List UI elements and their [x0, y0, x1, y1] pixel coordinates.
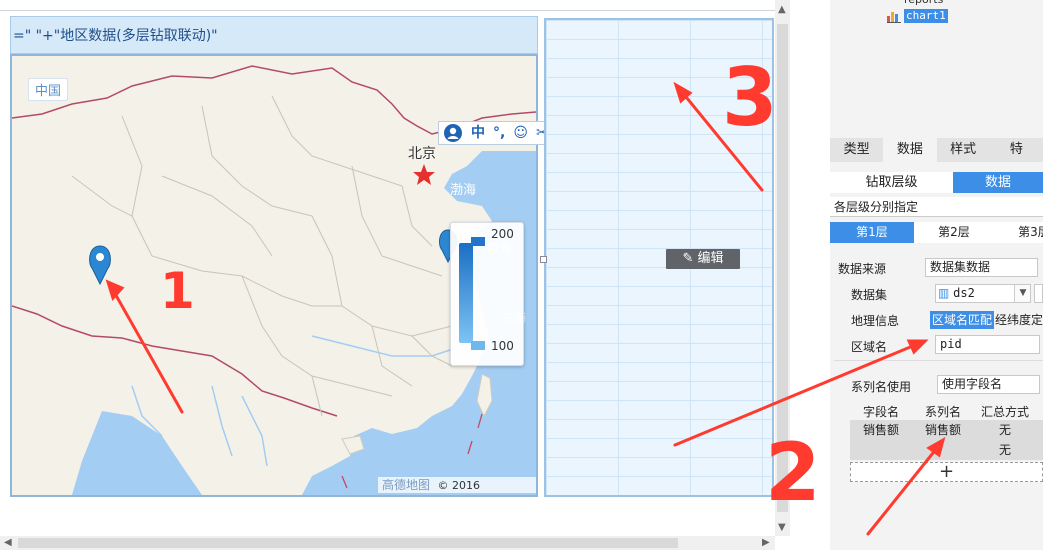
series-name-select[interactable]: 使用字段名 — [937, 375, 1040, 394]
scroll-left-icon[interactable]: ◀ — [4, 537, 12, 548]
sea-label-bohai: 渤海 — [450, 183, 477, 198]
tab-level-2[interactable]: 第2层 — [914, 222, 994, 243]
region-name-label: 区域名 — [851, 340, 888, 354]
table-cell[interactable]: 无 — [974, 440, 1036, 460]
data-source-value: 数据集数据 — [930, 260, 991, 274]
table-cell[interactable]: 销售额 — [850, 420, 912, 440]
tab-type[interactable]: 类型 — [830, 138, 883, 162]
geo-option-region-match[interactable]: 区域名匹配 — [930, 311, 995, 329]
panel-divider — [834, 360, 1043, 361]
city-label-beijing: 北京 — [408, 146, 436, 162]
vertical-scroll-thumb[interactable] — [777, 24, 788, 512]
edit-icon: ✎ — [682, 251, 698, 266]
legend-min-value: 100 — [491, 339, 514, 353]
tab-special[interactable]: 特 — [990, 138, 1043, 162]
panel-gutter — [790, 0, 830, 550]
legend-max-value: 200 — [491, 227, 514, 241]
legend-min-handle[interactable] — [471, 341, 485, 350]
tab-style[interactable]: 样式 — [937, 138, 990, 162]
edit-button[interactable]: ✎ 编辑 — [666, 249, 740, 269]
tab-data[interactable]: 数据 — [883, 138, 937, 162]
geo-info-label: 地理信息 — [851, 314, 900, 328]
country-label: 中国 — [28, 78, 69, 101]
col-aggregation: 汇总方式 — [980, 405, 1029, 419]
chart-icon — [887, 11, 901, 23]
fields-table: 销售额 销售额 无 无 — [850, 420, 1043, 460]
data-source-label: 数据来源 — [838, 262, 887, 276]
level-tabs: 第1层 第2层 第3层 — [830, 222, 1043, 243]
tab-level-3[interactable]: 第3层 — [994, 222, 1043, 243]
map-attribution: 高德地图 © 2016 AutoNavi — [378, 477, 536, 493]
table-cell[interactable]: 无 — [974, 420, 1036, 440]
dataset-label: 数据集 — [851, 288, 888, 302]
range-legend[interactable]: 200 100 — [450, 222, 524, 366]
amap-logo: 高德地图 — [382, 478, 431, 492]
resize-handle[interactable] — [540, 256, 547, 263]
table-cell[interactable] — [850, 440, 912, 460]
data-source-select[interactable]: 数据集数据 — [925, 258, 1038, 277]
ime-punctuation-icon[interactable]: °, — [493, 123, 505, 143]
edit-button-label: 编辑 — [697, 251, 724, 266]
tree-node-reports[interactable]: reports — [904, 0, 943, 6]
col-series-name: 系列名 — [924, 405, 961, 419]
dataset-preview-button[interactable] — [1034, 284, 1043, 303]
scroll-down-icon[interactable]: ▼ — [778, 522, 786, 533]
chart-title-formula[interactable]: =" "+"地区数据(多层钻取联动)" — [10, 16, 538, 54]
fields-table-header: 字段名 系列名 汇总方式 — [850, 403, 1043, 419]
legend-max-handle[interactable] — [471, 237, 485, 246]
table-cell[interactable] — [912, 440, 974, 460]
add-field-button[interactable]: + — [850, 462, 1043, 482]
dataset-icon: ▥ — [938, 286, 954, 300]
dataset-select[interactable]: ▥ ds2 ▼ — [935, 284, 1031, 303]
horizontal-scroll-thumb[interactable] — [18, 538, 678, 548]
legend-gradient-bar — [459, 243, 473, 343]
data-subtabs: 钻取层级 数据 — [830, 172, 1043, 193]
tree-node-chart[interactable]: chart1 — [887, 8, 948, 24]
region-name-input[interactable]: pid — [935, 335, 1040, 354]
scroll-up-icon[interactable]: ▲ — [778, 4, 786, 15]
series-name-label: 系列名使用 — [851, 380, 912, 394]
subtab-data[interactable]: 数据 — [953, 172, 1043, 193]
table-row[interactable]: 无 — [850, 440, 1043, 460]
series-name-value: 使用字段名 — [942, 377, 1003, 391]
ime-emoji-icon[interactable]: ☺ — [513, 123, 528, 143]
geo-option-latlng[interactable]: 经纬度定 — [995, 311, 1043, 329]
dataset-value: ds2 — [953, 286, 975, 300]
col-field-name: 字段名 — [862, 405, 899, 419]
scroll-right-icon[interactable]: ▶ — [762, 537, 770, 548]
property-tabs: 类型 数据 样式 特 — [830, 138, 1043, 162]
tree-chart-label[interactable]: chart1 — [904, 9, 948, 23]
canvas-top-border — [0, 10, 778, 11]
table-row[interactable]: 销售额 销售额 无 — [850, 420, 1043, 440]
table-cell[interactable]: 销售额 — [912, 420, 974, 440]
region-name-value: pid — [940, 337, 962, 351]
ime-chinese-mode-icon[interactable]: 中 — [471, 123, 485, 143]
level-assignment-select[interactable]: 各层级分别指定 — [830, 197, 1043, 217]
chevron-down-icon[interactable]: ▼ — [1014, 285, 1030, 302]
ime-logo-icon[interactable] — [443, 123, 463, 143]
subtab-drill-levels[interactable]: 钻取层级 — [830, 172, 953, 193]
tab-level-1[interactable]: 第1层 — [830, 222, 914, 243]
